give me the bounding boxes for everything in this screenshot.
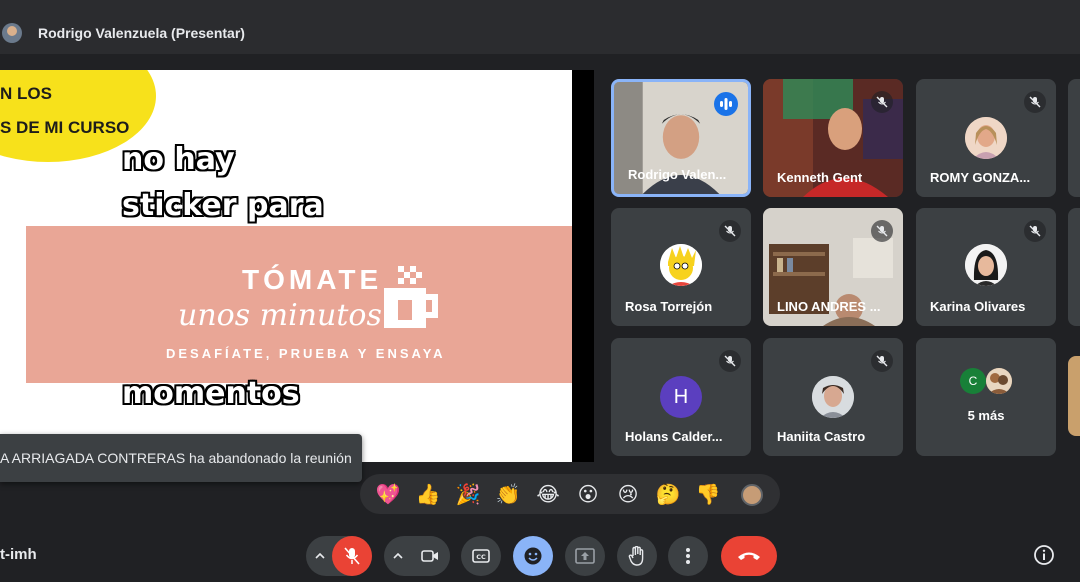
presentation-slide: N LOS S DE MI CURSO no hay sticker para … [0, 70, 572, 462]
meeting-code: t-imh [0, 546, 37, 563]
participant-tile[interactable]: Karina Olivares [916, 208, 1056, 326]
participant-name: LINO ANDRES ... [777, 299, 881, 314]
participant-name: ROMY GONZA... [930, 170, 1031, 185]
camera-button[interactable] [410, 536, 450, 576]
hang-up-phone-icon [738, 552, 760, 560]
more-participants-label: 5 más [967, 408, 1005, 423]
brand-banner: TÓMATE unos minutos DESAFÍATE, PRUEBA Y … [26, 226, 572, 383]
mic-off-icon [1024, 91, 1046, 113]
participant-avatar [965, 244, 1007, 286]
presenter-name: Rodrigo Valenzuela (Presentar) [38, 25, 245, 41]
present-screen-icon [575, 548, 595, 564]
thinking-face-reaction-icon[interactable]: 🤔 [648, 478, 688, 510]
avatar-initial: H [673, 385, 689, 408]
mic-off-icon [1024, 220, 1046, 242]
sticker-text-line-2: sticker para [122, 188, 324, 223]
participant-tile[interactable]: Rodrigo Valen... [611, 79, 751, 197]
participant-avatar [660, 244, 702, 286]
reactions-bar: 💖 👍 🎉 👏 😂 😮 😢 🤔 👎 [360, 474, 780, 514]
participant-avatar [965, 117, 1007, 159]
participant-name: Haniita Castro [777, 429, 866, 444]
mic-off-icon [871, 220, 893, 242]
participant-name: Holans Calder... [625, 429, 723, 444]
meeting-info-button[interactable] [1033, 544, 1055, 566]
participant-avatar [986, 368, 1012, 394]
brand-title: TÓMATE [242, 264, 383, 295]
hand-icon [628, 546, 644, 566]
microphone-off-icon [344, 547, 360, 565]
participant-left-toast: A ARRIAGADA CONTRERAS ha abandonado la r… [0, 434, 362, 482]
video-options-chevron-up-icon[interactable] [384, 536, 412, 576]
participant-name: Karina Olivares [930, 299, 1026, 314]
slide-blob-line-2: S DE MI CURSO [0, 118, 130, 137]
participant-tile[interactable]: LINO ANDRES ... [763, 208, 903, 326]
participant-avatar [812, 376, 854, 418]
self-view-tile-partial[interactable] [1068, 356, 1080, 436]
speaking-indicator-icon [714, 92, 738, 116]
mic-off-icon [719, 220, 741, 242]
info-icon [1034, 545, 1054, 565]
party-popper-reaction-icon[interactable]: 🎉 [448, 478, 488, 510]
thumbs-down-reaction-icon[interactable]: 👎 [688, 478, 728, 510]
participant-name: Rosa Torrejón [625, 299, 713, 314]
smiley-icon [524, 547, 542, 565]
mic-off-icon [871, 350, 893, 372]
participant-tile[interactable]: H Holans Calder... [611, 338, 751, 456]
captions-button[interactable]: CC [461, 536, 501, 576]
camera-icon [421, 550, 438, 562]
participant-tile[interactable]: Haniita Castro [763, 338, 903, 456]
microphone-off-button[interactable] [332, 536, 372, 576]
mic-off-icon [719, 350, 741, 372]
raise-hand-button[interactable] [617, 536, 657, 576]
sticker-text-line-1: no hay [122, 142, 235, 177]
laughing-face-reaction-icon[interactable]: 😂 [528, 478, 568, 510]
sad-face-reaction-icon[interactable]: 😢 [608, 478, 648, 510]
surprised-face-reaction-icon[interactable]: 😮 [568, 478, 608, 510]
participant-tile[interactable]: Rosa Torrejón [611, 208, 751, 326]
more-vertical-icon [686, 548, 690, 564]
clapping-hands-reaction-icon[interactable]: 👏 [488, 478, 528, 510]
audio-options-chevron-up-icon[interactable] [306, 536, 334, 576]
avatar-initial: C [968, 374, 978, 388]
participant-tile[interactable]: ROMY GONZA... [916, 79, 1056, 197]
toast-text: A ARRIAGADA CONTRERAS ha abandonado la r… [0, 450, 352, 466]
sparkling-heart-reaction-icon[interactable]: 💖 [368, 478, 408, 510]
more-options-button[interactable] [668, 536, 708, 576]
participant-tile-partial[interactable] [1068, 79, 1080, 197]
leave-call-button[interactable] [721, 536, 777, 576]
participant-initial-avatar: C [960, 368, 986, 394]
svg-text:CC: CC [476, 553, 486, 561]
reactions-button[interactable] [513, 536, 553, 576]
window-top-strip [0, 0, 1080, 12]
sticker-text-line-3: momentos [122, 376, 300, 411]
slide-blob-line-1: N LOS [0, 84, 52, 103]
present-screen-button[interactable] [565, 536, 605, 576]
participant-name: Rodrigo Valen... [628, 167, 727, 182]
participant-tile[interactable]: Kenneth Gent [763, 79, 903, 197]
brand-tagline: DESAFÍATE, PRUEBA Y ENSAYA [166, 346, 446, 361]
participant-name: Kenneth Gent [777, 170, 863, 185]
more-participants-tile[interactable]: C 5 más [916, 338, 1056, 456]
thumbs-up-reaction-icon[interactable]: 👍 [408, 478, 448, 510]
skin-tone-picker[interactable] [741, 484, 763, 506]
closed-captions-icon: CC [472, 549, 490, 563]
presenter-avatar [2, 23, 22, 43]
slide-letterbox [572, 70, 594, 462]
mic-off-icon [871, 91, 893, 113]
presenter-bar: Rodrigo Valenzuela (Presentar) [0, 12, 1080, 54]
pixel-cup-icon [384, 266, 438, 328]
brand-subtitle: unos minutos [178, 298, 382, 333]
participant-tile-partial[interactable] [1068, 208, 1080, 326]
participant-initial-avatar: H [660, 376, 702, 418]
